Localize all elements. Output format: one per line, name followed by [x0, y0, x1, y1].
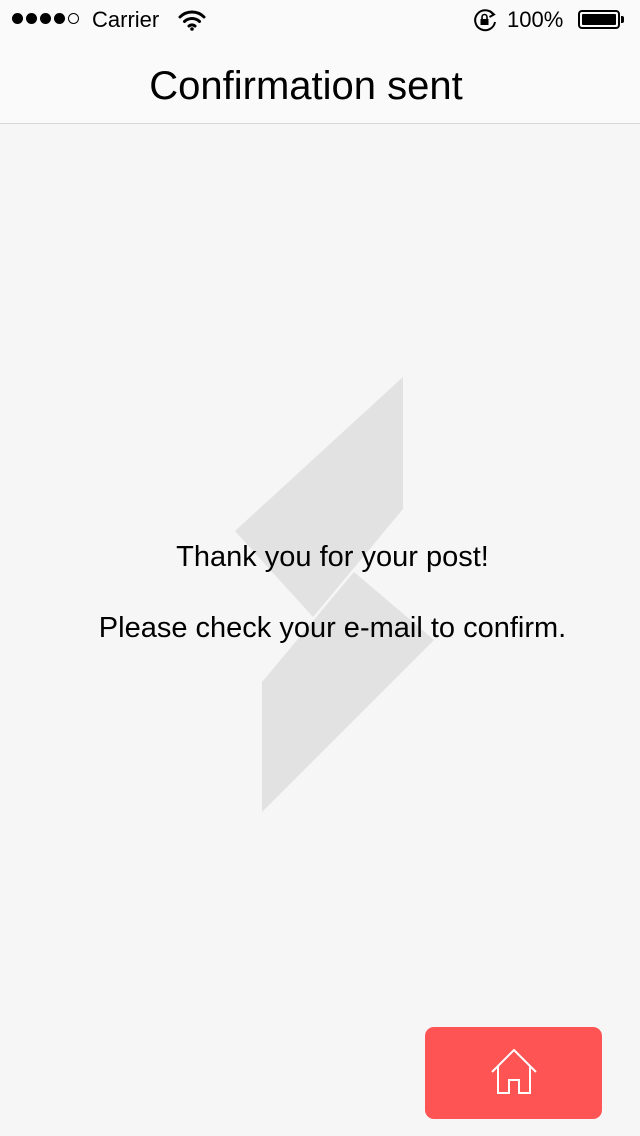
- battery-nub: [621, 16, 624, 23]
- carrier-name: Carrier: [92, 7, 160, 32]
- home-button[interactable]: [425, 1027, 602, 1119]
- navigation-bar: Confirmation sent: [0, 40, 640, 124]
- signal-dot-empty: [68, 13, 79, 24]
- page-title: Confirmation sent: [149, 64, 463, 108]
- home-icon: [489, 1047, 539, 1100]
- signal-dot: [54, 13, 65, 24]
- battery-icon: [578, 10, 624, 29]
- thank-you-message: Thank you for your post!: [176, 541, 489, 573]
- battery-percent: 100%: [507, 7, 564, 32]
- rotation-lock-icon: [472, 8, 498, 37]
- logo-watermark: [220, 370, 440, 820]
- signal-strength-icon: [12, 13, 79, 24]
- signal-dot: [12, 13, 23, 24]
- signal-dot: [40, 13, 51, 24]
- signal-dot: [26, 13, 37, 24]
- battery-fill: [582, 14, 616, 25]
- status-bar: Carrier 100%: [0, 0, 640, 40]
- wifi-icon: [178, 9, 206, 36]
- confirm-email-message: Please check your e-mail to confirm.: [98, 612, 567, 644]
